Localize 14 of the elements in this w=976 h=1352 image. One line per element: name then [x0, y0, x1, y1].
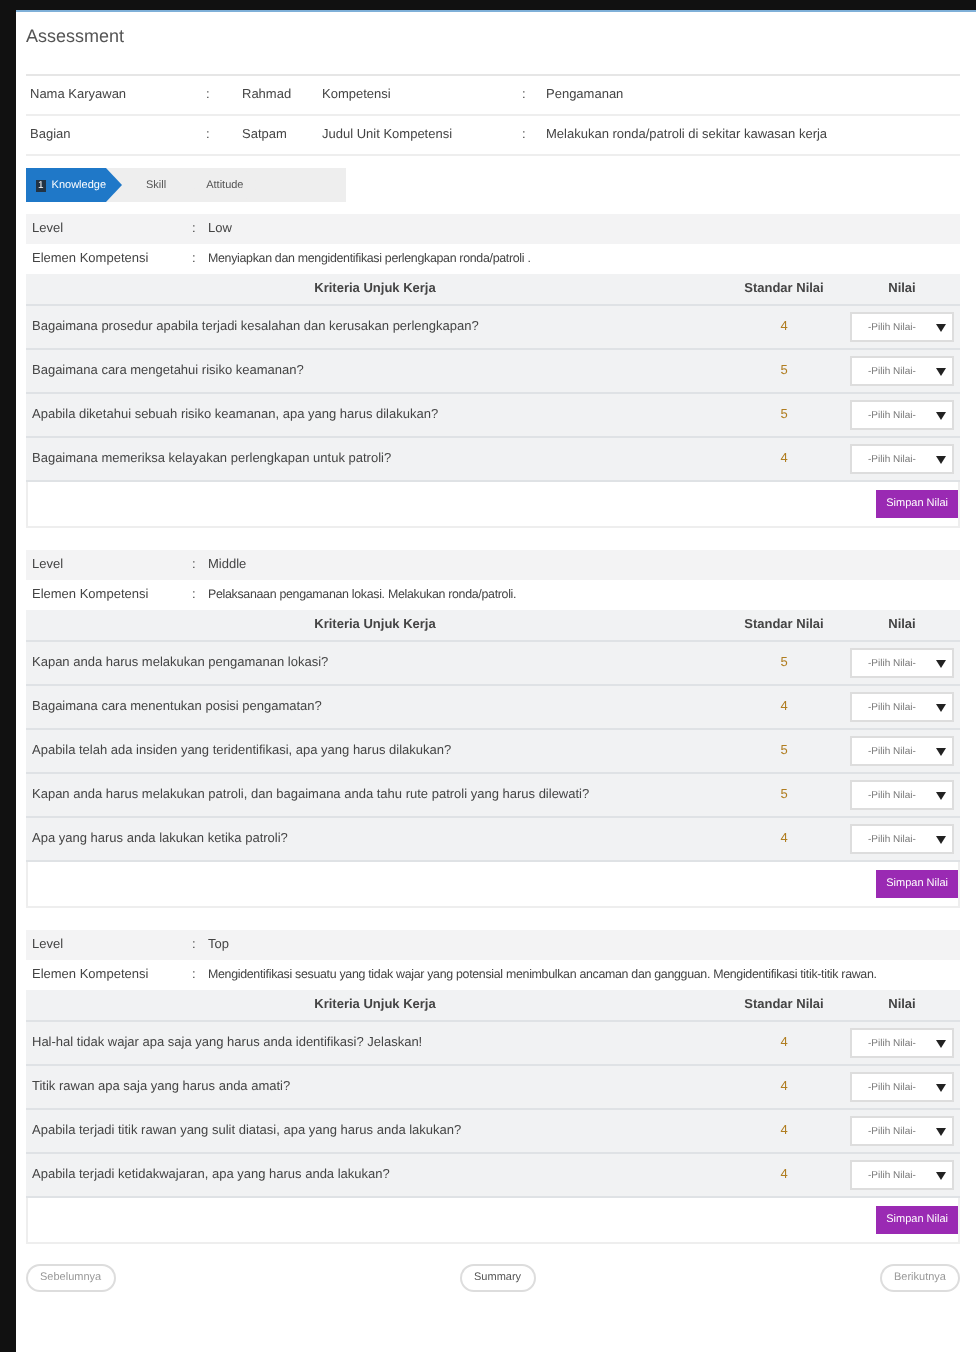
caret-icon — [936, 411, 946, 419]
caret-icon — [936, 703, 946, 711]
caret-icon — [936, 747, 946, 755]
caret-icon — [936, 791, 946, 799]
caret-icon — [936, 1083, 946, 1091]
caret-icon — [936, 1039, 946, 1047]
page-title: Assessment — [26, 12, 960, 76]
caret-icon — [936, 1127, 946, 1135]
caret-icon — [936, 367, 946, 375]
caret-icon — [936, 835, 946, 843]
caret-icon — [936, 659, 946, 667]
caret-icon — [936, 323, 946, 331]
caret-icon — [936, 455, 946, 463]
caret-icon — [936, 1171, 946, 1179]
